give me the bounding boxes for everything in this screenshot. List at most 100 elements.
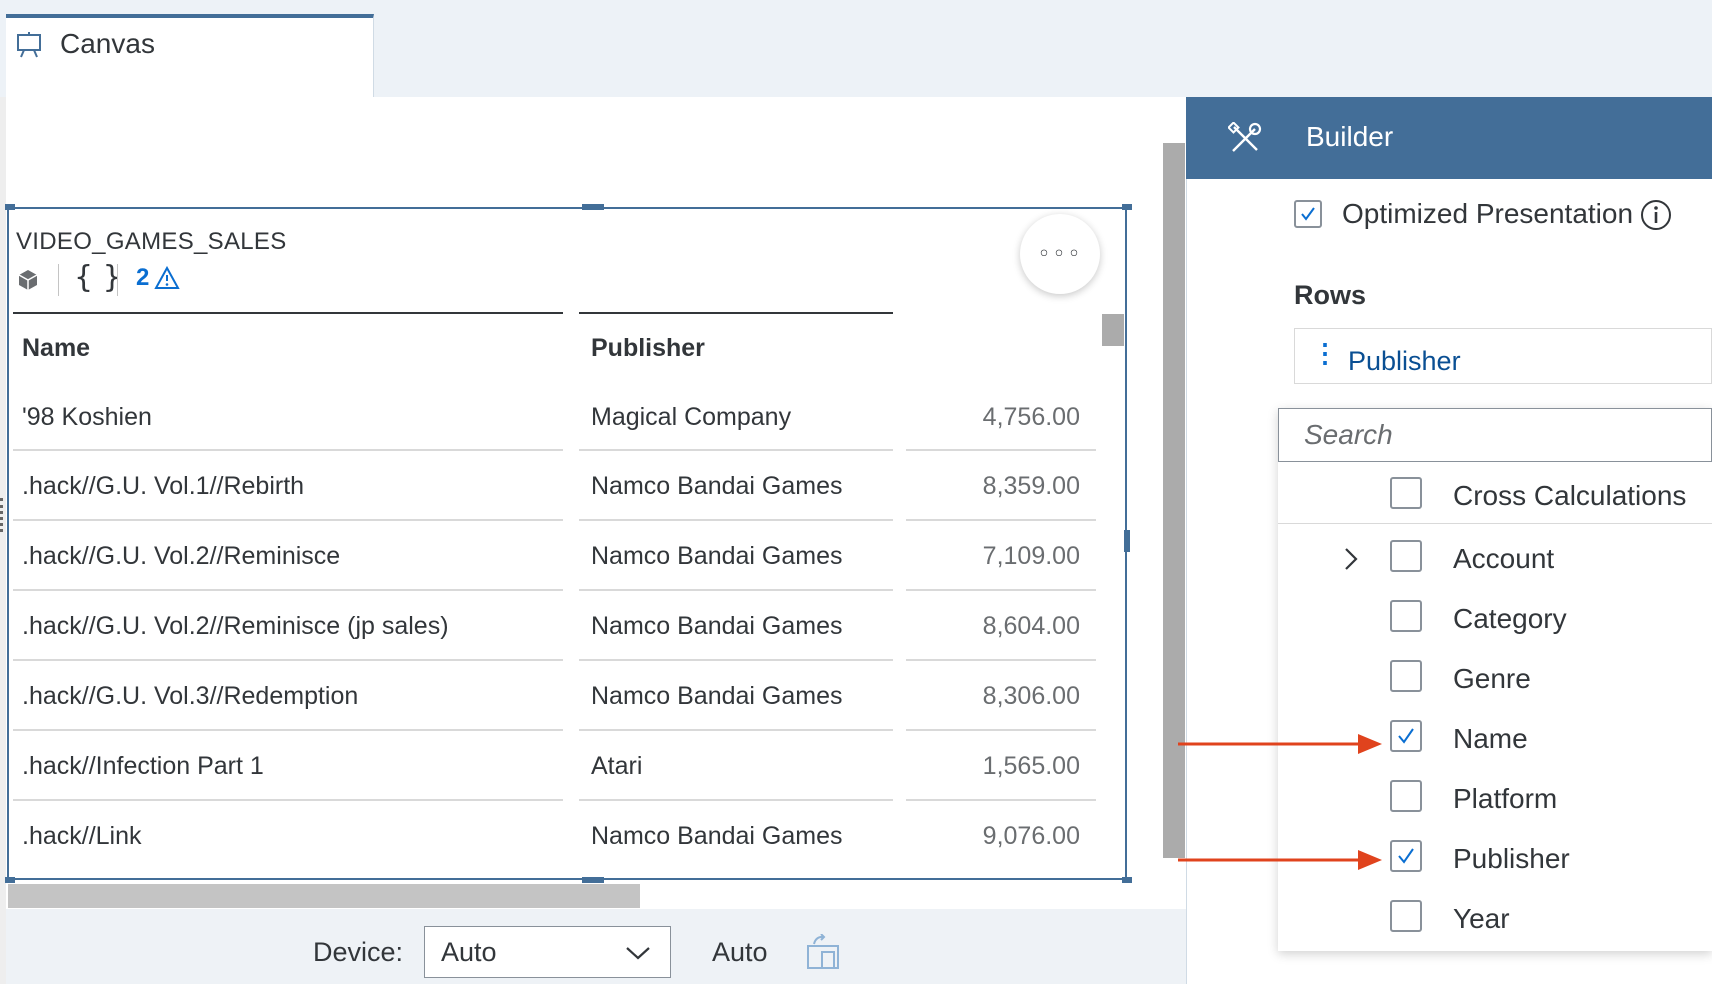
rows-section-title: Rows bbox=[1294, 280, 1367, 310]
device-label: Device: bbox=[313, 937, 404, 967]
resize-grip[interactable] bbox=[0, 498, 7, 532]
resize-handle[interactable] bbox=[5, 877, 15, 883]
row-divider bbox=[579, 449, 893, 451]
device-select-value: Auto bbox=[441, 937, 497, 967]
header-underline bbox=[579, 312, 893, 314]
row-divider bbox=[579, 659, 893, 661]
dimension-label-cross-calculations[interactable]: Cross Calculations bbox=[1453, 480, 1686, 512]
check-icon bbox=[1301, 207, 1315, 221]
builder-header bbox=[1186, 97, 1712, 179]
checkbox-account[interactable] bbox=[1390, 540, 1422, 572]
cell-publisher: Namco Bandai Games bbox=[591, 822, 843, 850]
checkbox-category[interactable] bbox=[1390, 600, 1422, 632]
row-divider bbox=[13, 799, 563, 801]
header-underline bbox=[13, 312, 563, 314]
canvas-left-edge bbox=[0, 97, 6, 984]
table-horizontal-scrollbar[interactable] bbox=[8, 884, 640, 908]
column-header-name[interactable]: Name bbox=[22, 334, 90, 363]
resize-handle[interactable] bbox=[1122, 204, 1132, 210]
cell-name: .hack//G.U. Vol.2//Reminisce bbox=[22, 542, 341, 570]
cell-value: 1,565.00 bbox=[982, 752, 1080, 780]
checkbox-platform[interactable] bbox=[1390, 780, 1422, 812]
cell-value: 4,756.00 bbox=[982, 403, 1080, 431]
cell-name: .hack//Infection Part 1 bbox=[22, 752, 264, 780]
builder-title: Builder bbox=[1306, 121, 1394, 152]
more-options-button[interactable]: ◦◦◦ bbox=[1020, 214, 1100, 294]
orientation-label: Auto bbox=[712, 937, 768, 967]
row-divider bbox=[579, 589, 893, 591]
check-icon bbox=[1398, 848, 1414, 864]
cell-publisher: Atari bbox=[591, 752, 643, 780]
cell-publisher: Namco Bandai Games bbox=[591, 472, 843, 500]
check-icon bbox=[1398, 728, 1414, 744]
dimension-label-category[interactable]: Category bbox=[1453, 603, 1567, 635]
resize-handle[interactable] bbox=[582, 877, 604, 883]
model-cube-icon[interactable] bbox=[16, 268, 40, 292]
presentation-icon bbox=[17, 32, 41, 58]
row-divider bbox=[906, 519, 1096, 521]
row-divider bbox=[579, 519, 893, 521]
dimension-label-platform[interactable]: Platform bbox=[1453, 783, 1557, 815]
cell-name: .hack//Link bbox=[22, 822, 142, 850]
chevron-down-icon[interactable] bbox=[624, 944, 652, 962]
row-divider bbox=[906, 449, 1096, 451]
dimension-label-account[interactable]: Account bbox=[1453, 543, 1554, 575]
row-divider bbox=[13, 519, 563, 521]
cell-publisher: Namco Bandai Games bbox=[591, 682, 843, 710]
script-braces-icon[interactable]: { } bbox=[74, 260, 122, 295]
dimension-label-name[interactable]: Name bbox=[1453, 723, 1528, 755]
checkbox-publisher[interactable] bbox=[1390, 840, 1422, 872]
table-vertical-scrollbar[interactable] bbox=[1102, 314, 1124, 346]
cell-name: '98 Koshien bbox=[22, 403, 152, 431]
dimension-label-year[interactable]: Year bbox=[1453, 903, 1510, 935]
row-divider bbox=[906, 589, 1096, 591]
cell-name: .hack//G.U. Vol.3//Redemption bbox=[22, 682, 359, 710]
resize-handle[interactable] bbox=[1124, 530, 1130, 552]
toolbar-separator bbox=[58, 264, 59, 296]
row-divider bbox=[579, 799, 893, 801]
rows-dimension-label[interactable]: Publisher bbox=[1348, 346, 1461, 377]
column-header-publisher[interactable]: Publisher bbox=[591, 334, 705, 363]
tools-icon bbox=[1228, 122, 1262, 152]
dimension-divider bbox=[1278, 523, 1712, 524]
info-icon[interactable] bbox=[1640, 199, 1672, 231]
checkbox-cross-calculations[interactable] bbox=[1390, 477, 1422, 509]
resize-handle[interactable] bbox=[5, 204, 15, 210]
tab-canvas-label: Canvas bbox=[60, 28, 155, 59]
cell-name: .hack//G.U. Vol.1//Rebirth bbox=[22, 472, 305, 500]
row-divider bbox=[13, 659, 563, 661]
widget-title: VIDEO_GAMES_SALES bbox=[16, 228, 287, 255]
annotation-arrow-icon bbox=[1178, 850, 1382, 870]
row-divider bbox=[906, 799, 1096, 801]
row-divider bbox=[13, 729, 563, 731]
annotation-arrow-icon bbox=[1178, 734, 1382, 754]
cell-value: 8,359.00 bbox=[982, 472, 1080, 500]
optimized-presentation-checkbox[interactable] bbox=[1294, 200, 1322, 228]
resize-handle[interactable] bbox=[1122, 877, 1132, 883]
dimension-label-genre[interactable]: Genre bbox=[1453, 663, 1531, 695]
row-divider bbox=[579, 729, 893, 731]
checkbox-genre[interactable] bbox=[1390, 660, 1422, 692]
cell-value: 8,306.00 bbox=[982, 682, 1080, 710]
row-divider bbox=[13, 449, 563, 451]
checkbox-year[interactable] bbox=[1390, 900, 1422, 932]
row-divider bbox=[906, 659, 1096, 661]
cell-value: 7,109.00 bbox=[982, 542, 1080, 570]
more-options-icon: ◦◦◦ bbox=[1037, 241, 1083, 267]
cell-value: 9,076.00 bbox=[982, 822, 1080, 850]
dimension-search-input[interactable] bbox=[1304, 416, 1694, 454]
dimension-label-publisher[interactable]: Publisher bbox=[1453, 843, 1570, 875]
drag-handle-icon[interactable]: ⋮ bbox=[1312, 338, 1338, 369]
chevron-right-icon[interactable] bbox=[1342, 546, 1360, 572]
toolbar-separator bbox=[117, 264, 118, 296]
warning-triangle-icon[interactable] bbox=[154, 266, 180, 290]
cell-publisher: Namco Bandai Games bbox=[591, 542, 843, 570]
cell-name: .hack//G.U. Vol.2//Reminisce (jp sales) bbox=[22, 612, 449, 640]
resize-handle[interactable] bbox=[582, 204, 604, 210]
row-divider bbox=[13, 589, 563, 591]
cell-publisher: Magical Company bbox=[591, 403, 792, 431]
warning-count[interactable]: 2 bbox=[136, 264, 149, 292]
rotate-device-icon[interactable] bbox=[806, 934, 842, 970]
cell-value: 8,604.00 bbox=[982, 612, 1080, 640]
checkbox-name[interactable] bbox=[1390, 720, 1422, 752]
